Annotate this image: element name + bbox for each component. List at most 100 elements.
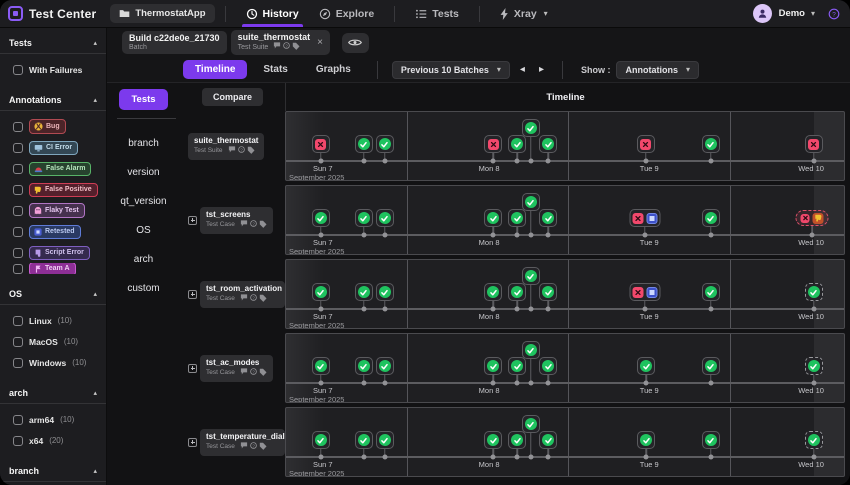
marker-pass[interactable] (522, 119, 540, 137)
facet-item-custom[interactable]: custom (107, 274, 180, 303)
test-label[interactable]: suite_thermostatTest Suite? (188, 133, 264, 160)
checkbox[interactable] (13, 143, 23, 153)
view-tab-graphs[interactable]: Graphs (304, 60, 363, 79)
facet-item-arch[interactable]: arch (107, 245, 180, 274)
expand-icon[interactable] (188, 216, 197, 225)
marker-pass[interactable] (376, 135, 394, 153)
marker-pass[interactable] (702, 357, 720, 375)
marker-pass[interactable] (702, 283, 720, 301)
avatar[interactable] (753, 4, 772, 23)
project-button[interactable]: ThermostatApp (110, 4, 214, 23)
test-label[interactable]: tst_room_activationTest Case? (200, 281, 285, 308)
test-label[interactable]: tst_screensTest Case? (200, 207, 273, 234)
marker-pass[interactable] (522, 341, 540, 359)
facet-tests-button[interactable]: Tests (119, 89, 167, 110)
sidebar-section-annotations[interactable]: Annotations▴ (0, 88, 106, 111)
marker-pass[interactable] (539, 431, 557, 449)
batch-tab-suite-thermostat[interactable]: suite_thermostatTest Suite?× (231, 30, 330, 55)
facet-item-os[interactable]: OS (107, 216, 180, 245)
marker-pass[interactable] (508, 209, 526, 227)
close-icon[interactable]: × (317, 37, 323, 48)
marker-pass[interactable] (484, 357, 502, 375)
batch-tab-build-c22de0e-21730[interactable]: Build c22de0e_21730Batch (122, 31, 227, 53)
help-icon[interactable]: ? (828, 8, 840, 20)
marker-pass[interactable] (484, 209, 502, 227)
checkbox[interactable] (13, 436, 23, 446)
marker-pass[interactable] (702, 431, 720, 449)
marker-fail-retest[interactable] (629, 283, 660, 301)
marker-pass[interactable] (484, 431, 502, 449)
batches-dropdown[interactable]: Previous 10 Batches ▾ (392, 61, 510, 79)
sidebar-section-arch[interactable]: arch▴ (0, 381, 106, 404)
marker-pass[interactable] (312, 283, 330, 301)
next-batch-button[interactable]: ▸ (535, 62, 548, 77)
marker-pass[interactable] (355, 135, 373, 153)
marker-fail[interactable] (637, 135, 655, 153)
checkbox[interactable] (13, 264, 23, 274)
test-label[interactable]: tst_ac_modesTest Case? (200, 355, 273, 382)
checkbox[interactable] (13, 358, 23, 368)
facet-item-branch[interactable]: branch (107, 129, 180, 158)
sidebar-section-os[interactable]: OS▴ (0, 282, 106, 305)
marker-pass[interactable] (312, 209, 330, 227)
facet-item-version[interactable]: version (107, 158, 180, 187)
expand-icon[interactable] (188, 438, 197, 447)
marker-pass[interactable] (355, 357, 373, 375)
checkbox[interactable] (13, 337, 23, 347)
marker-pass[interactable] (355, 209, 373, 227)
top-nav-xray[interactable]: Xray▾ (490, 0, 558, 27)
checkbox[interactable] (13, 248, 23, 258)
marker-pass[interactable] (702, 135, 720, 153)
marker-pass[interactable] (539, 209, 557, 227)
marker-pass[interactable] (522, 267, 540, 285)
user-menu[interactable]: Demo ▾ (779, 8, 815, 19)
marker-pass[interactable] (376, 209, 394, 227)
marker-pass[interactable] (376, 357, 394, 375)
marker-pass[interactable] (539, 283, 557, 301)
sidebar-section-tests[interactable]: Tests▴ (0, 31, 106, 54)
marker-pass-selected[interactable] (805, 357, 823, 375)
marker-pass[interactable] (522, 193, 540, 211)
marker-pass[interactable] (376, 283, 394, 301)
marker-fail[interactable] (484, 135, 502, 153)
marker-pass-selected[interactable] (805, 283, 823, 301)
top-nav-explore[interactable]: Explore (309, 0, 385, 27)
checkbox[interactable] (13, 65, 23, 75)
checkbox[interactable] (13, 227, 23, 237)
marker-pass[interactable] (508, 357, 526, 375)
top-nav-tests[interactable]: Tests (405, 0, 469, 27)
checkbox[interactable] (13, 122, 23, 132)
marker-fail-fp[interactable] (796, 210, 829, 226)
marker-pass[interactable] (637, 431, 655, 449)
sidebar-section-branch[interactable]: branch▴ (0, 459, 106, 482)
marker-pass[interactable] (312, 431, 330, 449)
view-tab-timeline[interactable]: Timeline (183, 60, 247, 79)
visibility-button[interactable] (342, 33, 369, 53)
top-nav-history[interactable]: History (236, 0, 309, 27)
facet-item-qt-version[interactable]: qt_version (107, 187, 180, 216)
marker-pass[interactable] (522, 415, 540, 433)
prev-batch-button[interactable]: ◂ (516, 62, 529, 77)
compare-button[interactable]: Compare (202, 88, 263, 106)
checkbox[interactable] (13, 185, 23, 195)
marker-pass[interactable] (637, 357, 655, 375)
checkbox[interactable] (13, 415, 23, 425)
marker-pass[interactable] (508, 135, 526, 153)
marker-pass[interactable] (355, 283, 373, 301)
show-dropdown[interactable]: Annotations ▾ (616, 61, 699, 79)
marker-pass[interactable] (539, 135, 557, 153)
marker-pass[interactable] (508, 431, 526, 449)
expand-icon[interactable] (188, 290, 197, 299)
marker-pass[interactable] (312, 357, 330, 375)
marker-pass[interactable] (508, 283, 526, 301)
marker-pass[interactable] (484, 283, 502, 301)
marker-fail-retest[interactable] (629, 209, 660, 227)
checkbox[interactable] (13, 164, 23, 174)
checkbox[interactable] (13, 316, 23, 326)
marker-pass[interactable] (376, 431, 394, 449)
marker-fail[interactable] (805, 135, 823, 153)
checkbox[interactable] (13, 206, 23, 216)
expand-icon[interactable] (188, 364, 197, 373)
marker-pass-selected[interactable] (805, 431, 823, 449)
view-tab-stats[interactable]: Stats (251, 60, 299, 79)
